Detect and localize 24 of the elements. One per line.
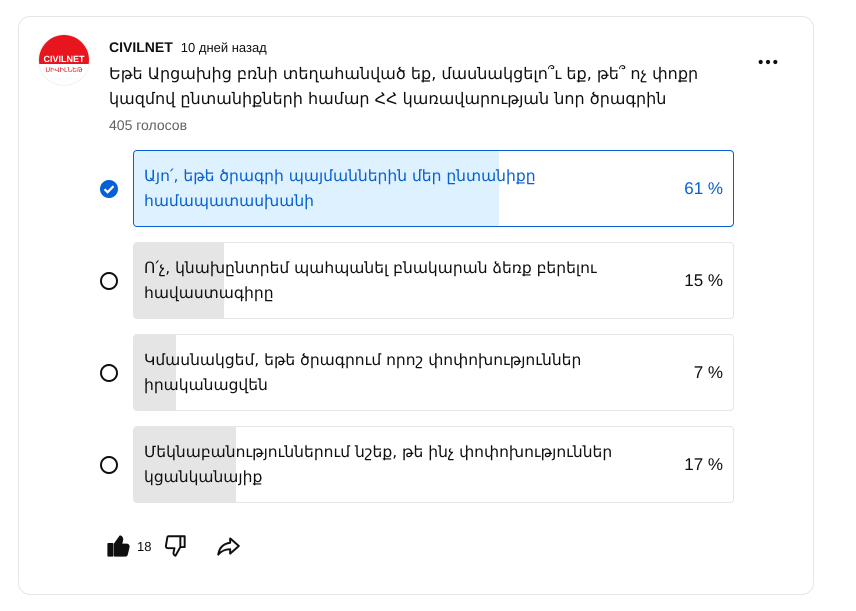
option-text: Կմասնակցեմ, եթե ծրագրում որոշ փոփոխություններ իրականացվեն xyxy=(143,350,582,396)
poll-option[interactable]: Ո՛չ, կնախընտրեմ պահպանել բնակարան ձեռք բերելու հավաստագիրը 15 % xyxy=(133,242,734,319)
option-percent: 7 % xyxy=(694,362,724,382)
poll-option[interactable]: Կմասնակցեմ, եթե ծրագրում որոշ փոփոխություններ իրականացվեն 7 % xyxy=(133,334,734,411)
poll-question: Եթե Արցախից բռնի տեղահանված եք, մասնակցելո՞ւ եք, թե՞ ոչ փոքր կազմով ընտանիքների համար ՀՀ կառավարության նոր ծրագրին xyxy=(109,63,700,110)
option-text: Ո՛չ, կնախընտրեմ պահպանել բնակարան ձեռք բերելու հավաստագիրը xyxy=(143,258,598,304)
more-icon[interactable] xyxy=(757,59,779,65)
radio-button[interactable] xyxy=(99,270,119,290)
check-icon[interactable] xyxy=(99,178,119,198)
option-percent: 15 % xyxy=(684,270,724,290)
option-percent: 17 % xyxy=(684,454,724,474)
option-text: Այո՛, եթե ծրագրի պայմաններին մեր ընտանիքը համապատասխանի xyxy=(143,166,537,212)
radio-button[interactable] xyxy=(99,362,119,382)
like-count: 18 xyxy=(137,538,152,554)
channel-name[interactable]: CIVILNET xyxy=(109,39,173,55)
post-time: 10 дней назад xyxy=(180,40,267,55)
poll-option[interactable]: Այո՛, եթե ծրագրի պայմաններին մեր ընտանիքը համապատասխանի 61 % xyxy=(133,150,734,227)
thumbs-up-icon[interactable] xyxy=(105,533,131,559)
radio-button[interactable] xyxy=(99,454,119,474)
logo-text: CIVILNET xyxy=(43,54,84,64)
vote-count: 405 голосов xyxy=(109,117,188,133)
poll-option[interactable]: Մեկնաբանություններում նշեք, թե ինչ փոփոխություններ կցանկանայիք 17 % xyxy=(133,426,734,503)
option-text: Մեկնաբանություններում նշեք, թե ինչ փոփոխություններ կցանկանայիք xyxy=(143,442,614,488)
option-percent: 61 % xyxy=(684,178,724,198)
